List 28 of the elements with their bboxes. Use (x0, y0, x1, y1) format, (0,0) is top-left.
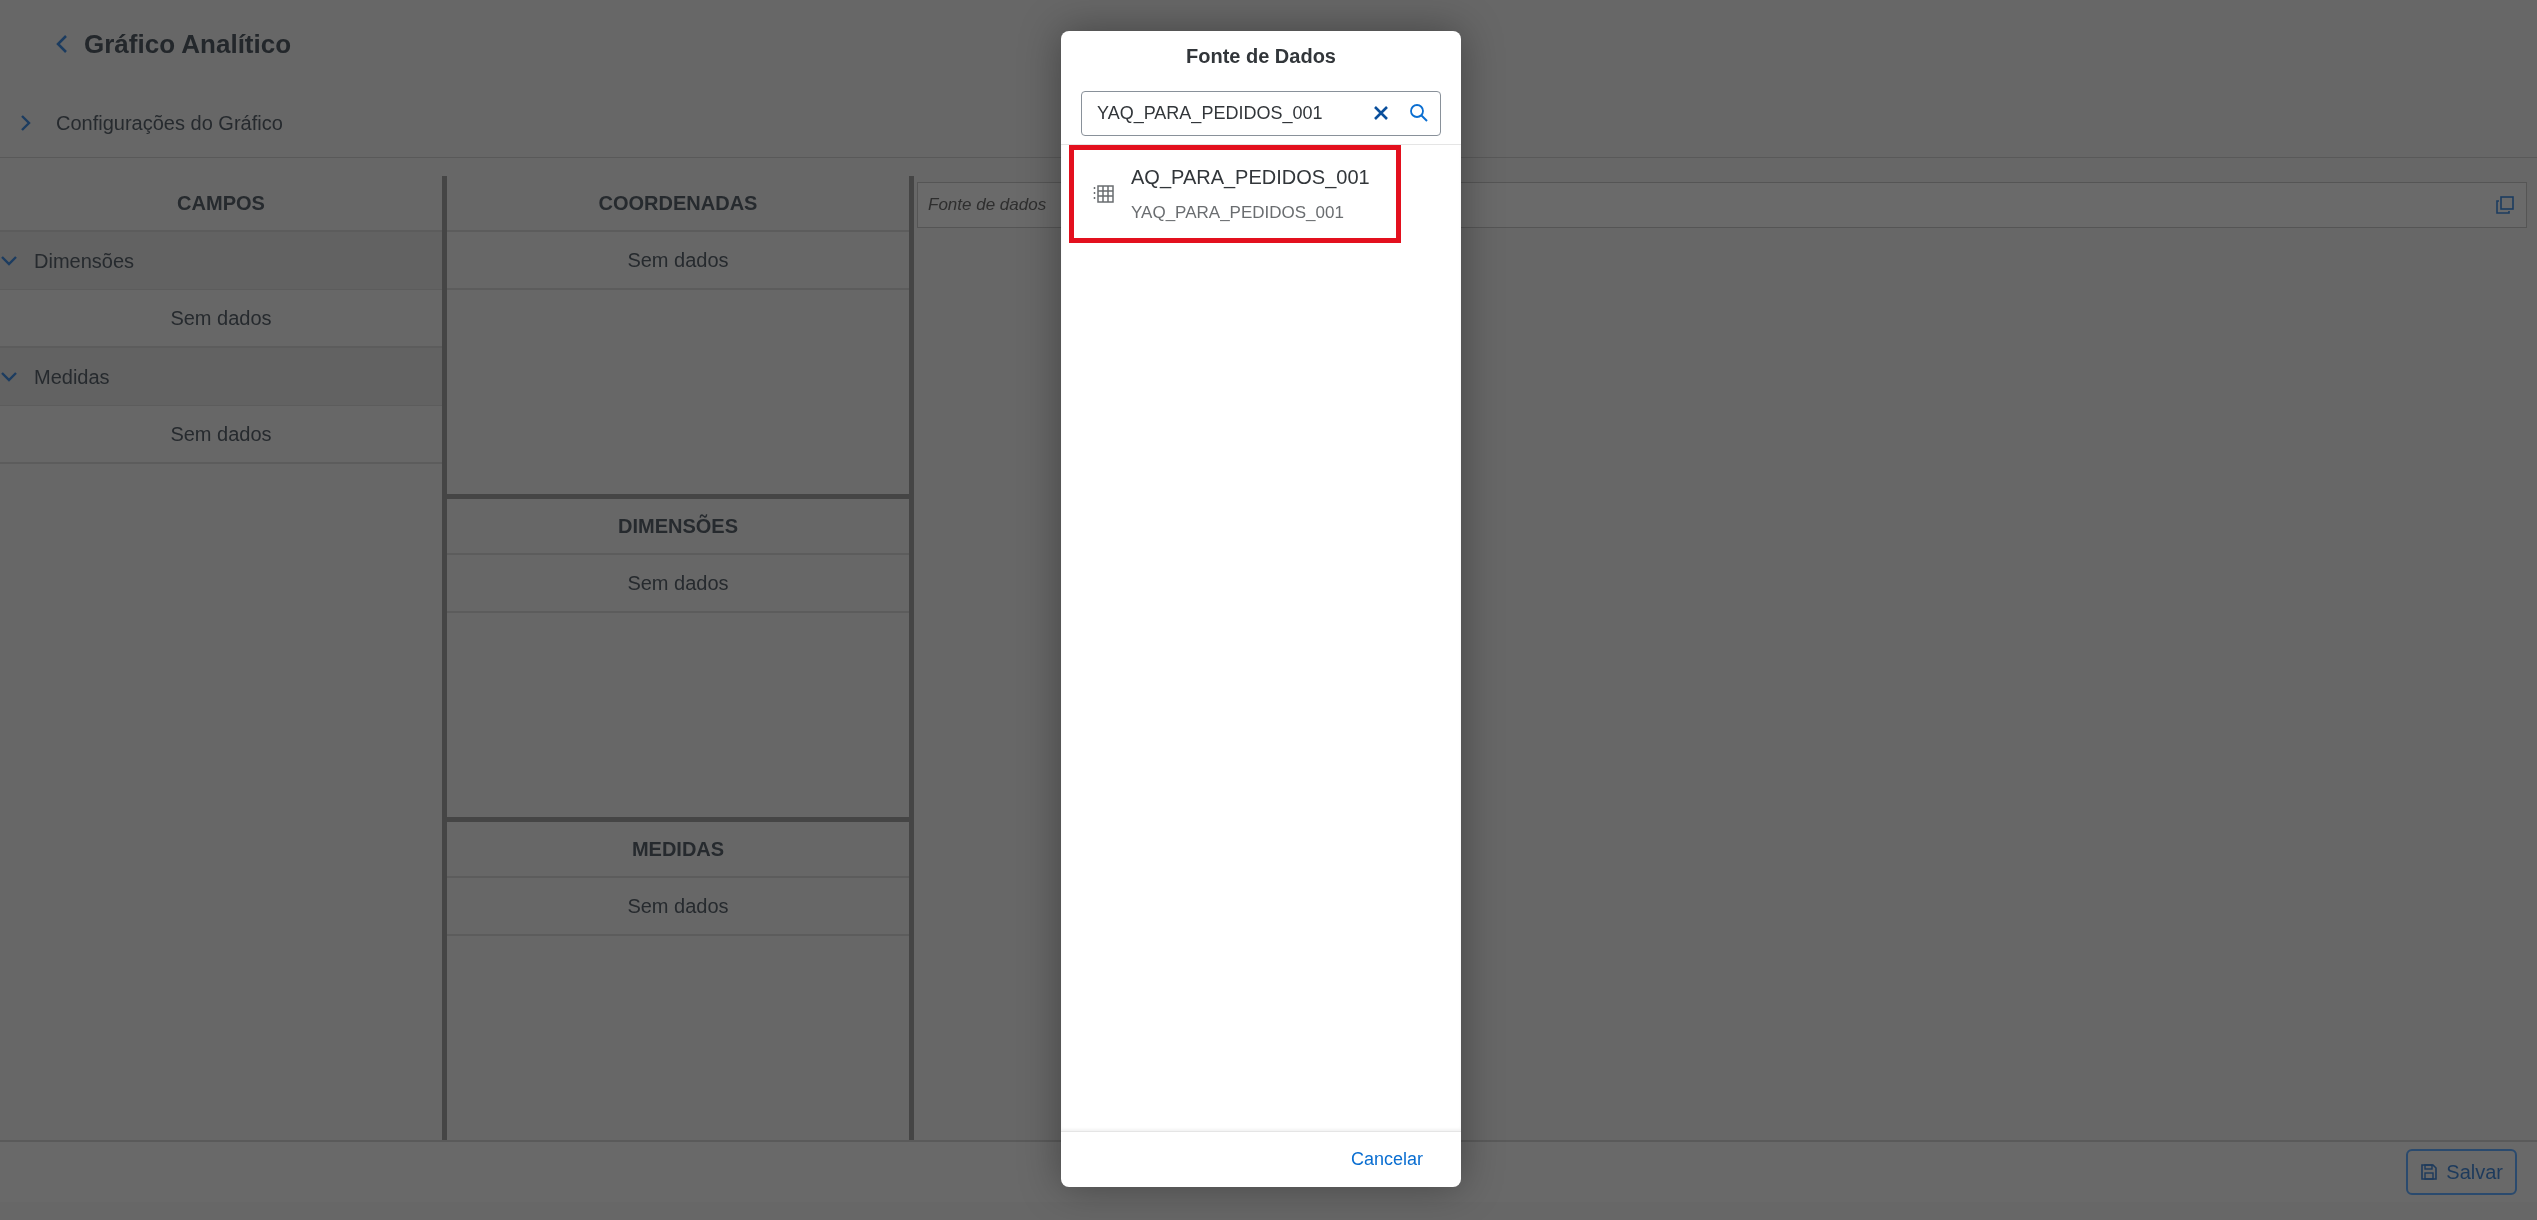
result-item[interactable]: AQ_PARA_PEDIDOS_001 YAQ_PARA_PEDIDOS_001 (1069, 145, 1401, 243)
cancel-button[interactable]: Cancelar (1342, 1142, 1431, 1177)
empty-message: Sem dados (170, 306, 272, 331)
group-header[interactable]: Dimensões (34, 245, 135, 276)
chevron-down-icon[interactable] (0, 370, 18, 383)
value-help-icon[interactable] (2495, 195, 2515, 215)
empty-message: Sem dados (627, 894, 729, 919)
page-title: Gráfico Analítico (84, 27, 292, 61)
search-field[interactable]: YAQ_PARA_PEDIDOS_001 (1081, 91, 1441, 136)
dialog-title: Fonte de Dados (1186, 45, 1336, 67)
result-subtitle: YAQ_PARA_PEDIDOS_001 (1131, 201, 1345, 224)
empty-message: Sem dados (627, 571, 729, 596)
column-heading: DIMENSÕES (618, 513, 738, 539)
search-icon[interactable] (1409, 103, 1429, 123)
save-icon (2420, 1163, 2439, 1181)
empty-message: Sem dados (627, 248, 729, 273)
chevron-right-icon[interactable] (20, 113, 32, 132)
back-icon[interactable] (56, 34, 68, 54)
group-header[interactable]: Medidas (34, 361, 110, 392)
column-heading: MEDIDAS (631, 837, 725, 862)
table-icon (1093, 182, 1115, 205)
column-heading: CAMPOS (177, 191, 265, 216)
chevron-down-icon[interactable] (0, 254, 18, 267)
empty-message: Sem dados (170, 422, 272, 447)
column-heading: COORDENADAS (598, 191, 758, 216)
clear-icon[interactable] (1373, 105, 1389, 121)
save-button[interactable]: Salvar (2406, 1149, 2517, 1195)
section-header[interactable]: Configurações do Gráfico (56, 107, 283, 138)
